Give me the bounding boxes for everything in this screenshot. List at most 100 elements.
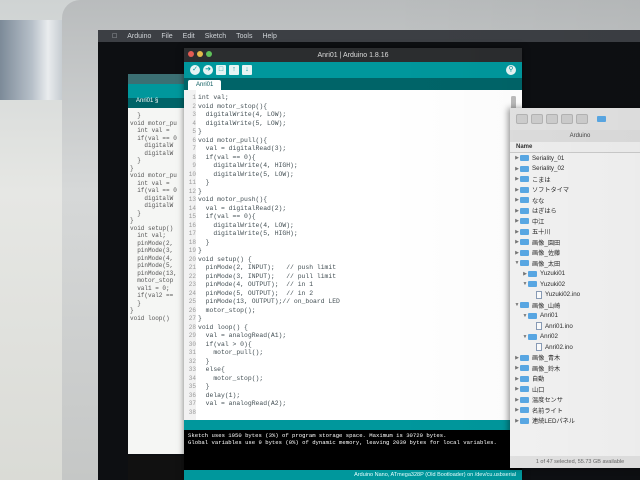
console-line: Sketch uses 1050 bytes (3%) of program s… <box>188 432 447 439</box>
column-view-button[interactable] <box>546 114 558 124</box>
finder-row[interactable]: Yuzuki02.ino <box>510 290 640 301</box>
finder-row[interactable]: ▶ なな <box>510 195 640 206</box>
finder-row[interactable]: ▶ 画像_園田 <box>510 237 640 248</box>
serial-monitor-button[interactable]: ⚲ <box>506 65 516 75</box>
finder-row[interactable]: ▶ 山口 <box>510 384 640 395</box>
finder-row-name: Seriality_01 <box>532 154 565 162</box>
finder-row[interactable]: ▶ 画像_青木 <box>510 353 640 364</box>
code-line[interactable]: } <box>198 383 340 392</box>
tab-anri01[interactable]: Anri01 <box>188 80 222 90</box>
menu-help[interactable]: Help <box>262 33 276 40</box>
code-line[interactable]: } <box>198 188 340 197</box>
folder-icon <box>520 249 529 256</box>
menu-tools[interactable]: Tools <box>236 33 252 40</box>
finder-row[interactable]: ▶ 画像_佐藤 <box>510 248 640 259</box>
code-line[interactable]: digitalWrite(5, LOW); <box>198 120 340 129</box>
code-line[interactable]: motor_pull(); <box>198 349 340 358</box>
code-line[interactable]: digitalWrite(5, HIGH); <box>198 230 340 239</box>
finder-row-name: はぎはら <box>532 208 557 216</box>
finder-row[interactable]: Anri02.ino <box>510 342 640 353</box>
folder-icon <box>597 116 606 122</box>
finder-row[interactable]: ▶ 連続LEDパネル <box>510 416 640 427</box>
menu-file[interactable]: File <box>161 33 172 40</box>
finder-row[interactable]: ▼ Anri02 <box>510 332 640 343</box>
finder-row[interactable]: ▶ 名前ライト <box>510 405 640 416</box>
finder-row-name: 画像_山崎 <box>532 302 561 310</box>
list-view-button[interactable] <box>531 114 543 124</box>
finder-row[interactable]: ▶ Yuzuki01 <box>510 269 640 280</box>
save-sketch-button[interactable]: ↓ <box>242 65 252 75</box>
code-line[interactable]: val = analogRead(A1); <box>198 332 340 341</box>
code-line[interactable]: void motor_pull(){ <box>198 137 340 146</box>
line-number: 14 <box>188 204 196 212</box>
finder-row[interactable]: ▶ Seriality_01 <box>510 153 640 164</box>
code-line[interactable]: } <box>198 358 340 367</box>
code-line[interactable]: digitalWrite(4, LOW); <box>198 111 340 120</box>
column-header-name[interactable]: Name <box>510 142 640 153</box>
menu-sketch[interactable]: Sketch <box>205 33 226 40</box>
finder-row[interactable]: Anri01.ino <box>510 321 640 332</box>
line-number: 24 <box>188 289 196 297</box>
finder-row[interactable]: ▶ はぎはら <box>510 206 640 217</box>
code-line[interactable]: void motor_stop(){ <box>198 103 340 112</box>
finder-row[interactable]: ▶ 自動 <box>510 374 640 385</box>
finder-row[interactable]: ▼ 画像_太田 <box>510 258 640 269</box>
code-line[interactable]: void motor_push(){ <box>198 196 340 205</box>
code-line[interactable]: pinMode(4, OUTPUT); // in 1 <box>198 281 340 290</box>
finder-row[interactable]: ▶ 温度センサ <box>510 395 640 406</box>
icon-view-button[interactable] <box>516 114 528 124</box>
code-line[interactable]: int val; <box>198 94 340 103</box>
code-line[interactable]: } <box>198 239 340 248</box>
code-line[interactable]: val = analogRead(A2); <box>198 400 340 409</box>
new-sketch-button[interactable]: □ <box>216 65 226 75</box>
apple-icon[interactable]:  <box>112 33 117 40</box>
folder-icon <box>528 333 537 340</box>
gallery-view-button[interactable] <box>561 114 573 124</box>
zoom-window-button[interactable] <box>206 51 212 57</box>
code-lines[interactable]: int val; void motor_stop(){ digitalWrite(… <box>198 94 340 409</box>
code-line[interactable]: void loop() { <box>198 324 340 333</box>
code-line[interactable]: } <box>198 247 340 256</box>
code-line[interactable]: digitalWrite(5, LOW); <box>198 171 340 180</box>
close-window-button[interactable] <box>188 51 194 57</box>
finder-row[interactable]: ▶ 中江 <box>510 216 640 227</box>
code-line[interactable]: pinMode(13, OUTPUT);// on_board LED <box>198 298 340 307</box>
minimize-window-button[interactable] <box>197 51 203 57</box>
code-editor[interactable]: 1 2 3 4 5 6 7 8 9 10 11 12 13 14 15 16 17 18 19 20 21 22 23 24 2… <box>184 90 522 420</box>
code-line[interactable]: if(val == 0){ <box>198 213 340 222</box>
code-line[interactable]: } <box>198 179 340 188</box>
mac-menubar:  Arduino File Edit Sketch Tools Help <box>98 30 640 42</box>
finder-row[interactable]: ▶ 五十川 <box>510 227 640 238</box>
code-line[interactable]: motor_stop(); <box>198 375 340 384</box>
line-number: 16 <box>188 221 196 229</box>
code-line[interactable]: else{ <box>198 366 340 375</box>
upload-button[interactable]: ➜ <box>203 65 213 75</box>
code-line[interactable]: val = digitalRead(3); <box>198 145 340 154</box>
menu-arduino[interactable]: Arduino <box>127 33 151 40</box>
code-line[interactable]: void setup() { <box>198 256 340 265</box>
code-line[interactable]: } <box>198 128 340 137</box>
code-line[interactable]: pinMode(5, OUTPUT); // in 2 <box>198 290 340 299</box>
code-line[interactable]: val = digitalRead(2); <box>198 205 340 214</box>
code-line[interactable]: digitalWrite(4, HIGH); <box>198 162 340 171</box>
code-line[interactable]: digitalWrite(4, LOW); <box>198 222 340 231</box>
finder-row[interactable]: ▶ ソフトタイマ <box>510 185 640 196</box>
finder-row[interactable]: ▼ 画像_山崎 <box>510 300 640 311</box>
folder-icon <box>520 228 529 235</box>
finder-row[interactable]: ▼ Anri01 <box>510 311 640 322</box>
code-line[interactable]: } <box>198 315 340 324</box>
open-sketch-button[interactable]: ↑ <box>229 65 239 75</box>
code-line[interactable]: if(val > 0){ <box>198 341 340 350</box>
share-button[interactable] <box>576 114 588 124</box>
code-line[interactable]: motor_stop(); <box>198 307 340 316</box>
verify-button[interactable]: ✓ <box>190 65 200 75</box>
code-line[interactable]: if(val == 0){ <box>198 154 340 163</box>
finder-row[interactable]: ▶ こまは <box>510 174 640 185</box>
code-line[interactable]: delay(1); <box>198 392 340 401</box>
finder-row[interactable]: ▶ 画像_鈴木 <box>510 363 640 374</box>
finder-row[interactable]: ▼ Yuzuki02 <box>510 279 640 290</box>
code-line[interactable]: pinMode(3, INPUT); // pull limit <box>198 273 340 282</box>
code-line[interactable]: pinMode(2, INPUT); // push limit <box>198 264 340 273</box>
menu-edit[interactable]: Edit <box>183 33 195 40</box>
finder-row[interactable]: ▶ Seriality_02 <box>510 164 640 175</box>
